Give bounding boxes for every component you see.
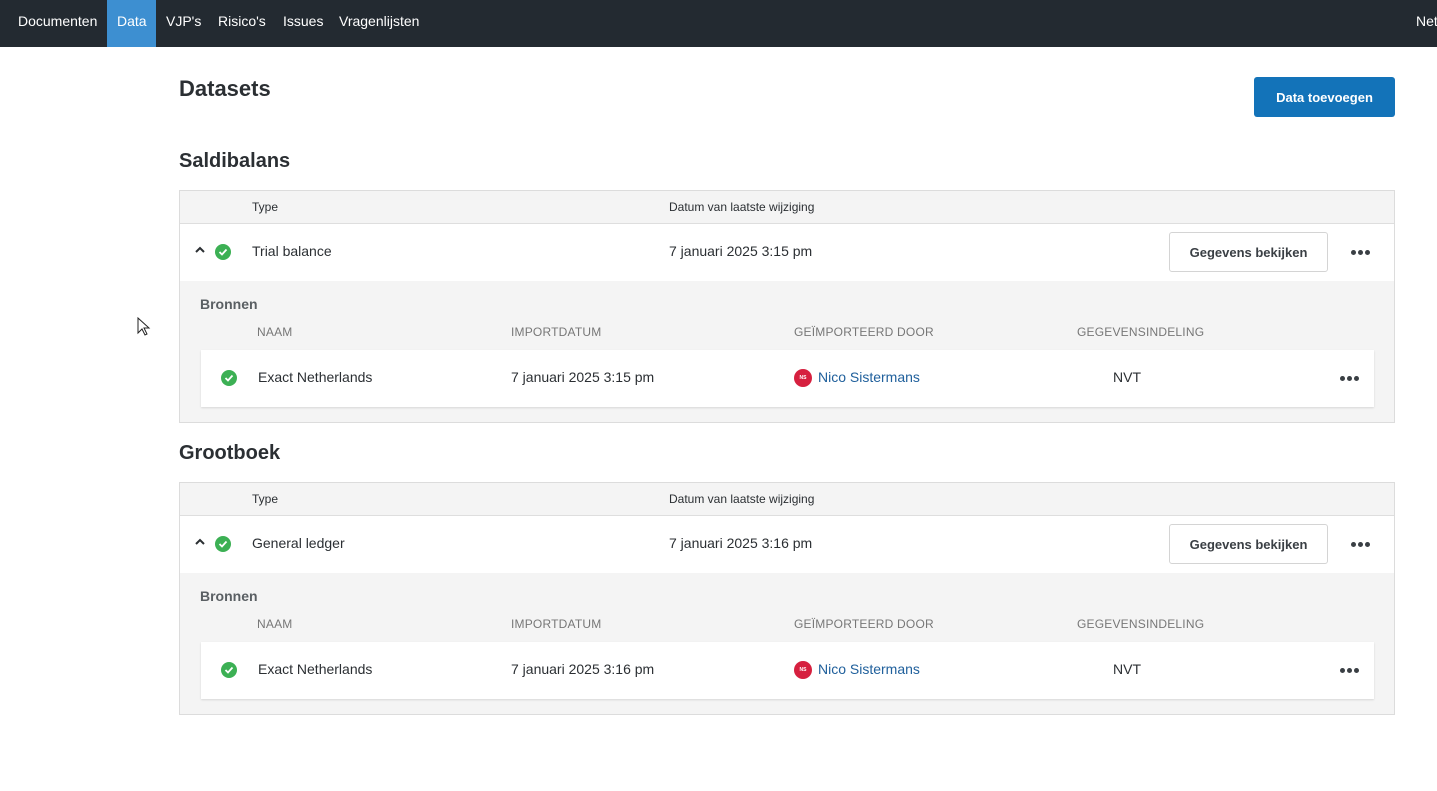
section-title-saldibalans: Saldibalans <box>179 150 291 172</box>
more-options-icon[interactable] <box>1351 542 1371 548</box>
source-format: NVT <box>1113 369 1141 385</box>
column-header-date: Datum van laatste wijziging <box>669 492 815 506</box>
source-import-date: 7 januari 2025 3:15 pm <box>511 369 655 385</box>
source-format: NVT <box>1113 661 1141 677</box>
more-options-icon[interactable] <box>1340 668 1360 674</box>
nav-item-documenten[interactable]: Documenten <box>8 0 107 47</box>
column-header-importdatum: IMPORTDATUM <box>511 325 602 339</box>
column-header-type: Type <box>252 492 279 506</box>
add-data-button[interactable]: Data toevoegen <box>1254 77 1395 117</box>
table-header: Type Datum van laatste wijziging <box>180 191 1394 224</box>
dataset-row[interactable]: General ledger 7 januari 2025 3:16 pm Ge… <box>180 516 1394 573</box>
source-import-date: 7 januari 2025 3:16 pm <box>511 661 655 677</box>
chevron-up-icon[interactable] <box>194 536 206 548</box>
sources-label: Bronnen <box>200 588 258 604</box>
imported-by-link[interactable]: Nico Sistermans <box>818 369 920 385</box>
dataset-type: General ledger <box>252 535 345 551</box>
more-options-icon[interactable] <box>1340 376 1360 382</box>
column-header-type: Type <box>252 200 279 214</box>
top-navigation: Documenten Data VJP's Risico's Issues Vr… <box>0 0 1437 47</box>
check-circle-icon <box>221 370 237 386</box>
nav-item-data[interactable]: Data <box>107 0 156 47</box>
source-row[interactable]: Exact Netherlands 7 januari 2025 3:15 pm… <box>201 350 1374 407</box>
nav-item-vragenlijsten[interactable]: Vragenlijsten <box>329 0 429 47</box>
check-circle-icon <box>221 662 237 678</box>
section-title-grootboek: Grootboek <box>179 442 281 464</box>
table-header: Type Datum van laatste wijziging <box>180 483 1394 516</box>
dataset-date: 7 januari 2025 3:15 pm <box>669 243 813 259</box>
check-circle-icon <box>215 536 231 552</box>
check-circle-icon <box>215 244 231 260</box>
column-header-naam: NAAM <box>257 325 293 339</box>
nav-item-vjps[interactable]: VJP's <box>156 0 211 47</box>
source-row[interactable]: Exact Netherlands 7 januari 2025 3:16 pm… <box>201 642 1374 699</box>
mouse-cursor-icon <box>137 317 151 336</box>
column-header-gegevensindeling: GEGEVENSINDELING <box>1077 325 1205 339</box>
imported-by-link[interactable]: Nico Sistermans <box>818 661 920 677</box>
page-title: Datasets <box>179 76 271 101</box>
avatar: NS <box>794 661 812 679</box>
dataset-card-grootboek: Type Datum van laatste wijziging General… <box>179 482 1395 715</box>
source-name: Exact Netherlands <box>258 369 373 385</box>
column-header-importdatum: IMPORTDATUM <box>511 617 602 631</box>
avatar: NS <box>794 369 812 387</box>
view-data-button[interactable]: Gegevens bekijken <box>1169 232 1328 272</box>
column-header-geimporteerd-door: GEÏMPORTEERD DOOR <box>794 325 934 339</box>
more-options-icon[interactable] <box>1351 250 1371 256</box>
column-header-naam: NAAM <box>257 617 293 631</box>
column-header-date: Datum van laatste wijziging <box>669 200 815 214</box>
column-header-gegevensindeling: GEGEVENSINDELING <box>1077 617 1205 631</box>
view-data-button[interactable]: Gegevens bekijken <box>1169 524 1328 564</box>
nav-item-risicos[interactable]: Risico's <box>208 0 276 47</box>
source-name: Exact Netherlands <box>258 661 373 677</box>
dataset-date: 7 januari 2025 3:16 pm <box>669 535 813 551</box>
nav-user-menu[interactable]: Net <box>1416 0 1437 47</box>
chevron-up-icon[interactable] <box>194 244 206 256</box>
nav-item-issues[interactable]: Issues <box>273 0 333 47</box>
dataset-type: Trial balance <box>252 243 332 259</box>
dataset-card-saldibalans: Type Datum van laatste wijziging Trial b… <box>179 190 1395 423</box>
column-header-geimporteerd-door: GEÏMPORTEERD DOOR <box>794 617 934 631</box>
sources-label: Bronnen <box>200 296 258 312</box>
dataset-row[interactable]: Trial balance 7 januari 2025 3:15 pm Geg… <box>180 224 1394 281</box>
